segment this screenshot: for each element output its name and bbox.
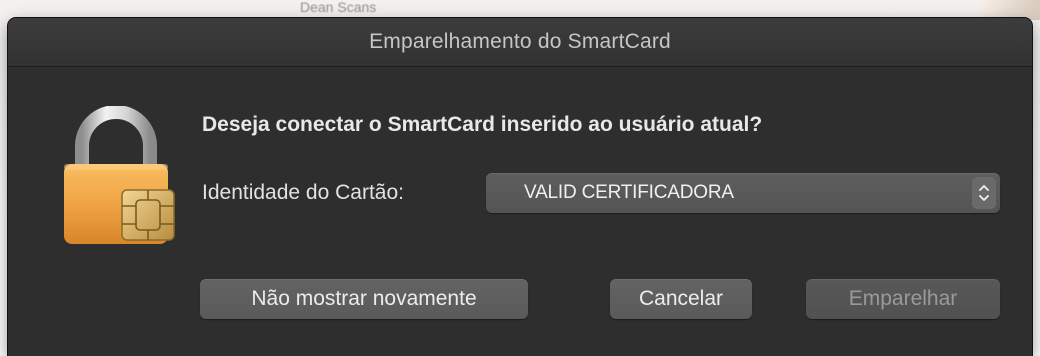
card-identity-select[interactable]: VALID CERTIFICADORA	[486, 173, 1000, 213]
up-down-chevron-icon[interactable]	[972, 177, 996, 209]
title-bar[interactable]: Emparelhamento do SmartCard	[8, 18, 1032, 67]
window-title: Emparelhamento do SmartCard	[369, 30, 671, 53]
pair-button[interactable]: Emparelhar	[806, 279, 1000, 319]
card-identity-selected-value: VALID CERTIFICADORA	[524, 182, 734, 203]
pairing-question: Deseja conectar o SmartCard inserido ao …	[202, 113, 763, 136]
smartcard-pairing-dialog: Emparelhamento do SmartCard Deseja conec…	[8, 18, 1032, 356]
cancel-button[interactable]: Cancelar	[610, 279, 752, 319]
card-identity-label: Identidade do Cartão:	[202, 181, 404, 204]
dont-show-again-button[interactable]: Não mostrar novamente	[200, 279, 528, 319]
background-window-text: Dean Scans	[300, 0, 377, 14]
background-window-edge	[980, 0, 1040, 20]
smartcard-lock-icon	[60, 105, 180, 246]
